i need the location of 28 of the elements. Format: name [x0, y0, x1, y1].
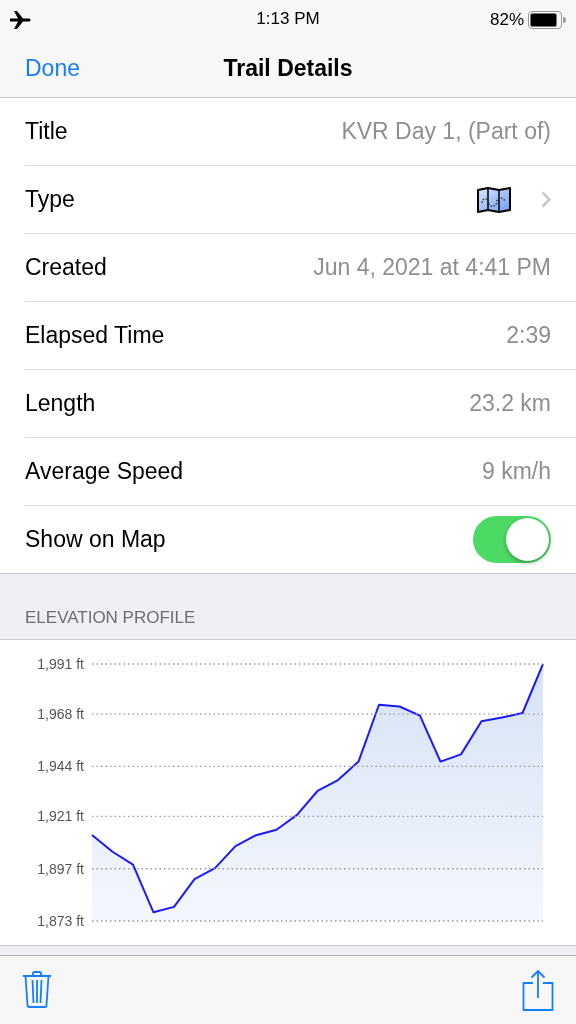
row-label: Created — [25, 254, 107, 281]
nav-title: Trail Details — [223, 55, 353, 81]
battery-icon — [528, 11, 566, 29]
done-button[interactable]: Done — [25, 55, 80, 82]
row-value: 23.2 km — [469, 390, 551, 417]
trash-button[interactable] — [22, 970, 52, 1011]
row-value: KVR Day 1, (Part of) — [341, 118, 551, 145]
row-label: Elapsed Time — [25, 322, 165, 349]
row-value: Jun 4, 2021 at 4:41 PM — [313, 254, 551, 281]
row-label: Type — [25, 186, 75, 213]
battery-percent: 82% — [489, 10, 524, 30]
row-value: 9 km/h — [481, 458, 551, 485]
row-label: Average Speed — [25, 458, 184, 485]
time-label: 1:13 PM — [256, 9, 320, 29]
axis-label: 1,944 ft — [37, 758, 84, 775]
row-label: Show on Map — [25, 526, 166, 553]
row-label: Length — [25, 390, 96, 417]
axis-label: 1,897 ft — [37, 860, 84, 877]
toggle-switch[interactable] — [473, 516, 551, 563]
axis-label: 1,873 ft — [37, 913, 84, 929]
axis-label: 1,921 ft — [37, 808, 84, 825]
folded-map-icon — [477, 186, 511, 213]
section-header: ELEVATION PROFILE — [25, 608, 196, 628]
axis-label: 1,968 ft — [37, 706, 84, 723]
airplane-icon — [10, 11, 32, 29]
row-value: 2:39 — [506, 322, 551, 349]
axis-label: 1,991 ft — [37, 656, 84, 672]
row-label: Title — [25, 118, 68, 145]
